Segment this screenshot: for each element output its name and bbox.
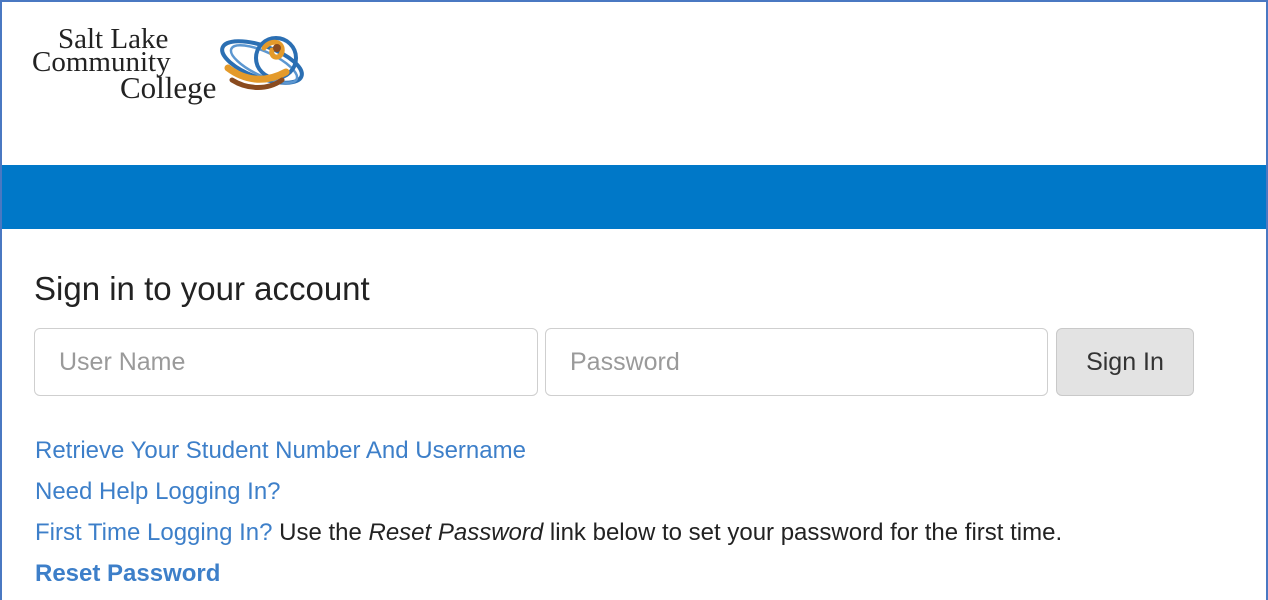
password-input[interactable] xyxy=(545,328,1048,396)
slcc-swirl-logo-icon xyxy=(220,36,304,90)
first-time-text-after: link below to set your password for the … xyxy=(543,519,1063,546)
sign-in-button[interactable]: Sign In xyxy=(1056,328,1194,396)
first-time-row: First Time Logging In? Use the Reset Pas… xyxy=(35,512,1062,553)
college-logo[interactable]: Salt Lake Community College xyxy=(30,25,320,138)
help-links: Retrieve Your Student Number And Usernam… xyxy=(35,430,1062,594)
logo-wordmark: Salt Lake Community College xyxy=(30,25,217,105)
first-time-text-before: Use the xyxy=(272,519,369,546)
header-accent-bar xyxy=(2,165,1266,229)
help-row: Need Help Logging In? xyxy=(35,471,1062,512)
page-title: Sign in to your account xyxy=(34,270,370,307)
need-help-link[interactable]: Need Help Logging In? xyxy=(35,478,281,505)
retrieve-row: Retrieve Your Student Number And Usernam… xyxy=(35,430,1062,471)
retrieve-student-number-link[interactable]: Retrieve Your Student Number And Usernam… xyxy=(35,437,526,464)
reset-password-link[interactable]: Reset Password xyxy=(35,560,220,587)
page-frame: Salt Lake Community College Sign in to y… xyxy=(0,0,1268,600)
logo-line-3: College xyxy=(120,70,217,105)
reset-row: Reset Password xyxy=(35,553,1062,594)
first-time-emphasis: Reset Password xyxy=(368,519,544,546)
first-time-link[interactable]: First Time Logging In? xyxy=(35,519,272,546)
username-input[interactable] xyxy=(34,328,538,396)
